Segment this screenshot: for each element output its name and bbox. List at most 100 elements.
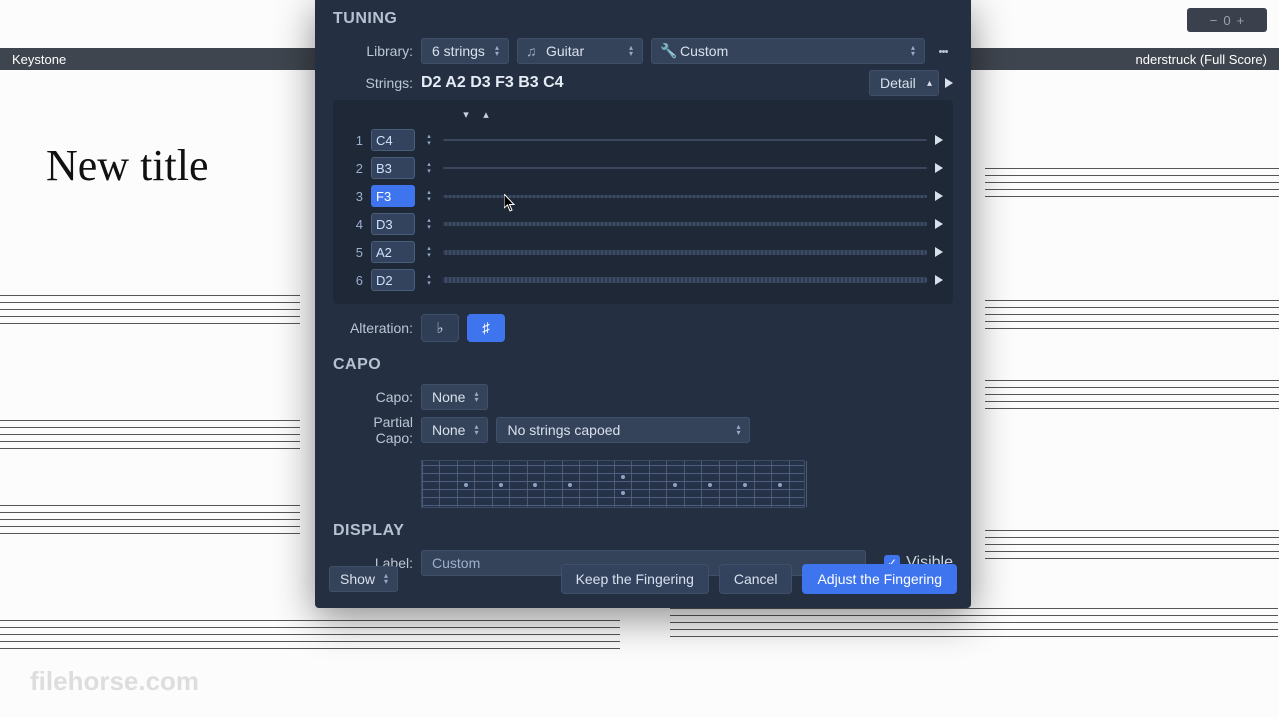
string-note-input[interactable]: C4 <box>371 129 415 151</box>
play-string-icon[interactable] <box>935 135 943 145</box>
play-string-icon[interactable] <box>935 247 943 257</box>
string-gauge <box>443 195 927 198</box>
adjust-label: Adjust the Fingering <box>817 571 942 587</box>
string-number: 4 <box>339 217 363 232</box>
tab-name-left[interactable]: Keystone <box>12 52 66 67</box>
note-stepper[interactable]: ▴▾ <box>423 189 435 203</box>
string-number: 5 <box>339 245 363 260</box>
capo-value: None <box>432 389 465 405</box>
show-select[interactable]: Show <box>329 566 398 592</box>
string-row: 2 B3 ▴▾ <box>339 154 943 182</box>
plus-icon[interactable]: + <box>1237 13 1245 28</box>
all-up-icon[interactable]: ▴ <box>477 106 495 122</box>
staff-dummy <box>0 620 620 655</box>
string-note: F3 <box>376 189 391 204</box>
staff-dummy <box>985 380 1279 415</box>
string-note-input[interactable]: F3 <box>371 185 415 207</box>
cancel-button[interactable]: Cancel <box>719 564 793 594</box>
adjust-fingering-button[interactable]: Adjust the Fingering <box>802 564 957 594</box>
wrench-icon: 🔧 <box>660 43 677 60</box>
note-stepper[interactable]: ▴▾ <box>423 133 435 147</box>
string-row: 6 D2 ▴▾ <box>339 266 943 294</box>
library-select[interactable]: 6 strings <box>421 38 509 64</box>
play-string-icon[interactable] <box>935 163 943 173</box>
string-note-input[interactable]: D2 <box>371 269 415 291</box>
staff-dummy <box>985 530 1279 565</box>
transpose-widget[interactable]: − 0 + <box>1187 8 1267 32</box>
transpose-value: 0 <box>1223 13 1230 28</box>
dialog-footer: Show Keep the Fingering Cancel Adjust th… <box>329 564 957 594</box>
play-all-icon[interactable] <box>945 78 953 88</box>
note-stepper[interactable]: ▴▾ <box>423 217 435 231</box>
strings-label: Strings: <box>333 75 413 91</box>
kebab-menu[interactable] <box>933 38 953 64</box>
string-note-input[interactable]: D3 <box>371 213 415 235</box>
display-heading: DISPLAY <box>333 512 953 546</box>
string-row: 5 A2 ▴▾ <box>339 238 943 266</box>
capo-select[interactable]: None <box>421 384 488 410</box>
tuning-dialog: TUNING Library: 6 strings ♫ Guitar 🔧 Cus… <box>315 0 971 608</box>
chevron-updown-icon <box>733 423 743 437</box>
string-row: 4 D3 ▴▾ <box>339 210 943 238</box>
tab-name-right[interactable]: nderstruck (Full Score) <box>1136 52 1267 67</box>
instrument-select[interactable]: ♫ Guitar <box>517 38 643 64</box>
preset-select[interactable]: 🔧 Custom <box>651 38 925 64</box>
staff-dummy <box>985 300 1279 335</box>
partial-capo-select[interactable]: None <box>421 417 488 443</box>
string-gauge <box>443 167 927 169</box>
chevron-updown-icon <box>492 44 502 58</box>
string-note-input[interactable]: B3 <box>371 157 415 179</box>
tuning-heading: TUNING <box>333 0 953 34</box>
watermark: filehorse.com <box>30 666 199 697</box>
flat-icon: ♭ <box>436 319 443 337</box>
string-note: C4 <box>376 133 393 148</box>
string-row: 3 F3 ▴▾ <box>339 182 943 210</box>
chevron-updown-icon <box>471 423 481 437</box>
chevron-updown-icon <box>908 44 918 58</box>
string-number: 2 <box>339 161 363 176</box>
preset-value: Custom <box>680 43 728 59</box>
score-title[interactable]: New title <box>46 140 209 191</box>
library-label: Library: <box>333 43 413 59</box>
chevron-updown-icon <box>471 390 481 404</box>
chevron-updown-icon <box>626 44 636 58</box>
note-stepper[interactable]: ▴▾ <box>423 273 435 287</box>
caret-up-icon: ▴ <box>927 78 932 89</box>
sharp-icon: ♯ <box>482 320 490 337</box>
partial-capo-strings-select[interactable]: No strings capoed <box>496 417 750 443</box>
play-string-icon[interactable] <box>935 275 943 285</box>
string-number: 6 <box>339 273 363 288</box>
string-gauge <box>443 222 927 226</box>
string-note-input[interactable]: A2 <box>371 241 415 263</box>
capo-heading: CAPO <box>333 346 953 380</box>
string-gauge <box>443 277 927 283</box>
keep-fingering-button[interactable]: Keep the Fingering <box>561 564 709 594</box>
sharp-button[interactable]: ♯ <box>467 314 505 342</box>
fretboard-diagram[interactable] <box>421 460 805 508</box>
minus-icon[interactable]: − <box>1210 13 1218 28</box>
string-note: D2 <box>376 273 393 288</box>
all-down-icon[interactable]: ▾ <box>457 106 475 122</box>
staff-dummy <box>670 608 1278 643</box>
chevron-updown-icon <box>381 572 391 586</box>
string-note: A2 <box>376 245 392 260</box>
guitar-icon: ♫ <box>526 43 537 59</box>
flat-button[interactable]: ♭ <box>421 314 459 342</box>
note-stepper[interactable]: ▴▾ <box>423 245 435 259</box>
string-row: 1 C4 ▴▾ <box>339 126 943 154</box>
string-gauge <box>443 250 927 255</box>
staff-dummy <box>0 505 300 540</box>
detail-label: Detail <box>880 75 916 91</box>
keep-label: Keep the Fingering <box>576 571 694 587</box>
partial-capo-value: None <box>432 422 465 438</box>
play-string-icon[interactable] <box>935 191 943 201</box>
staff-dummy <box>0 420 300 455</box>
detail-toggle[interactable]: Detail ▴ <box>869 70 939 96</box>
strings-editor: ▾ ▴ 1 C4 ▴▾ 2 B3 ▴▾ 3 F3 ▴▾ 4 D3 ▴▾ <box>333 100 953 304</box>
note-stepper[interactable]: ▴▾ <box>423 161 435 175</box>
play-string-icon[interactable] <box>935 219 943 229</box>
partial-capo-strings-value: No strings capoed <box>507 422 620 438</box>
partial-capo-label: Partial Capo: <box>333 414 413 446</box>
library-value: 6 strings <box>432 43 485 59</box>
cancel-label: Cancel <box>734 571 778 587</box>
